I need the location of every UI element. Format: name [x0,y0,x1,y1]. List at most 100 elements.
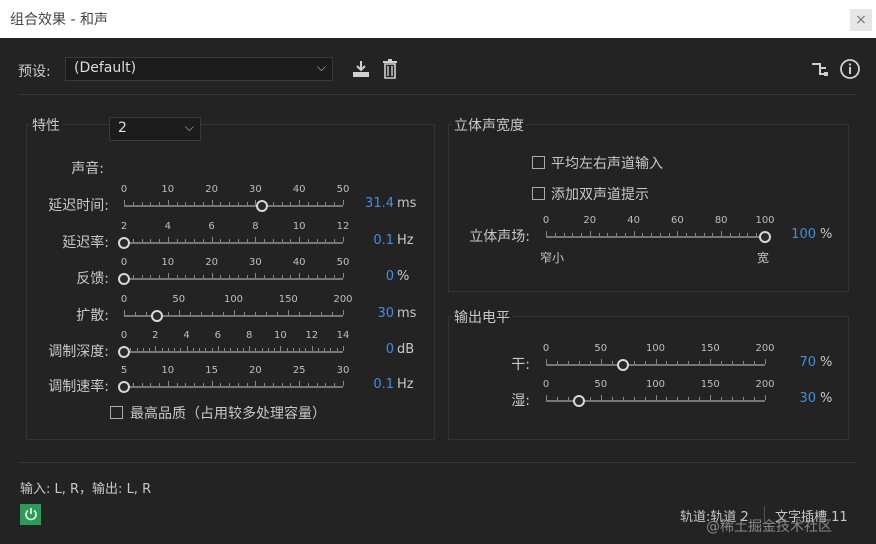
slider-tick [167,237,169,242]
mod-depth-slider-track[interactable] [124,351,343,353]
tick-label: 20 [583,215,597,226]
stereo-field-slider-label: 立体声场: [469,229,530,245]
mod-depth-slider-value[interactable]: 0 [386,342,394,357]
close-button[interactable]: × [850,9,872,31]
slider-tick [211,312,213,315]
slider-tick [556,361,558,364]
slider-tick [255,237,257,242]
slider-tick [343,237,344,242]
power-toggle-button[interactable] [20,504,41,525]
spread-slider-knob[interactable] [150,310,163,322]
slider-tick [765,359,766,364]
tick-label: 10 [161,365,175,376]
stereo-field-slider-value[interactable]: 100 [791,227,816,242]
slider-tick [655,359,657,364]
slider-tick [124,310,125,315]
slider-tick [343,273,344,278]
stereo-field-slider-track[interactable] [546,236,765,238]
window-title: 组合效果 - 和声 [10,12,108,28]
delay-rate-slider-track[interactable] [124,242,343,244]
add-binaural-checkbox[interactable] [532,187,545,200]
slider-tick [703,233,705,236]
slider-tick [666,397,668,400]
slider-tick [211,381,213,386]
tick-label: 10 [161,257,175,268]
delay-rate-slider-label: 延迟率: [62,235,109,251]
slider-tick [185,383,187,386]
delay-rate-slider-value[interactable]: 0.1 [373,233,394,248]
slider-tick [246,239,248,242]
delay-time-slider-value[interactable]: 31.4 [365,196,394,211]
slider-tick [220,239,222,242]
tick-label: 200 [755,379,775,390]
slider-tick [563,233,565,236]
watermark: @稀土掘金技术社区 [706,519,832,535]
slider-tick [167,273,169,278]
slider-tick [677,397,679,400]
slider-tick [299,312,301,315]
mod-depth-slider-knob[interactable] [118,346,130,358]
slider-tick [738,233,740,236]
slider-tick [644,361,646,364]
slider-tick [334,202,336,205]
tick-label: 8 [245,330,253,341]
slider-tick [229,275,231,278]
mod-rate-slider-track[interactable] [124,386,343,388]
slider-tick [633,231,635,236]
slider-tick [732,397,734,400]
tick-label: 10 [274,330,287,341]
mod-rate-slider-unit: Hz [397,377,414,392]
delay-rate-slider-knob[interactable] [118,237,130,249]
slider-tick [264,383,266,386]
slider-tick [677,231,679,236]
best-quality-checkbox[interactable] [110,406,123,419]
spread-slider-value[interactable]: 30 [377,306,394,321]
avg-lr-checkbox[interactable] [532,156,545,169]
dry-slider-knob[interactable] [616,359,629,371]
dry-slider-track[interactable] [546,364,765,366]
feedback-slider-track[interactable] [124,278,343,280]
tick-label: 0 [120,330,128,341]
preset-dropdown[interactable]: (Default) ⌵ [65,57,333,81]
tick-label: 150 [700,379,720,390]
delay-time-slider-track[interactable] [124,205,343,207]
spread-slider-label: 扩散: [76,308,109,324]
mod-rate-slider-knob[interactable] [118,381,130,393]
slider-tick [290,202,292,205]
mod-rate-slider-value[interactable]: 0.1 [373,377,394,392]
tick-label: 100 [645,379,666,390]
wet-slider-knob[interactable] [572,395,585,407]
dry-slider-value[interactable]: 70 [799,355,816,370]
slider-tick [161,348,163,351]
divider [18,462,856,463]
output-level-title: 输出电平 [452,307,512,327]
slider-tick [311,346,313,351]
save-preset-icon[interactable] [350,58,372,80]
slider-tick [141,383,143,386]
slider-tick [310,312,312,315]
slider-tick [644,397,646,400]
stereo-field-slider-knob[interactable] [759,231,771,243]
slider-tick [292,348,294,351]
tick-label: 4 [183,330,190,341]
voice-dropdown[interactable]: 2 ⌵ [109,117,201,141]
trash-icon[interactable] [380,58,400,80]
slider-tick [150,275,152,278]
feedback-slider-value[interactable]: 0 [386,269,394,284]
feedback-slider-knob[interactable] [118,273,130,285]
delay-time-slider-knob[interactable] [255,200,268,212]
routing-icon[interactable] [810,59,830,79]
slider-tick [747,233,749,236]
slider-tick [150,383,152,386]
slider-tick [174,348,176,351]
slider-tick [729,233,731,236]
slider-tick [246,275,248,278]
slider-tick [765,395,766,400]
wet-slider-value[interactable]: 30 [799,391,816,406]
slider-tick [141,202,143,205]
stereo-width-title: 立体声宽度 [452,115,526,135]
slider-tick [567,397,569,400]
info-icon[interactable] [839,58,861,80]
tick-label: 6 [208,221,215,232]
tick-label: 0 [542,379,550,390]
